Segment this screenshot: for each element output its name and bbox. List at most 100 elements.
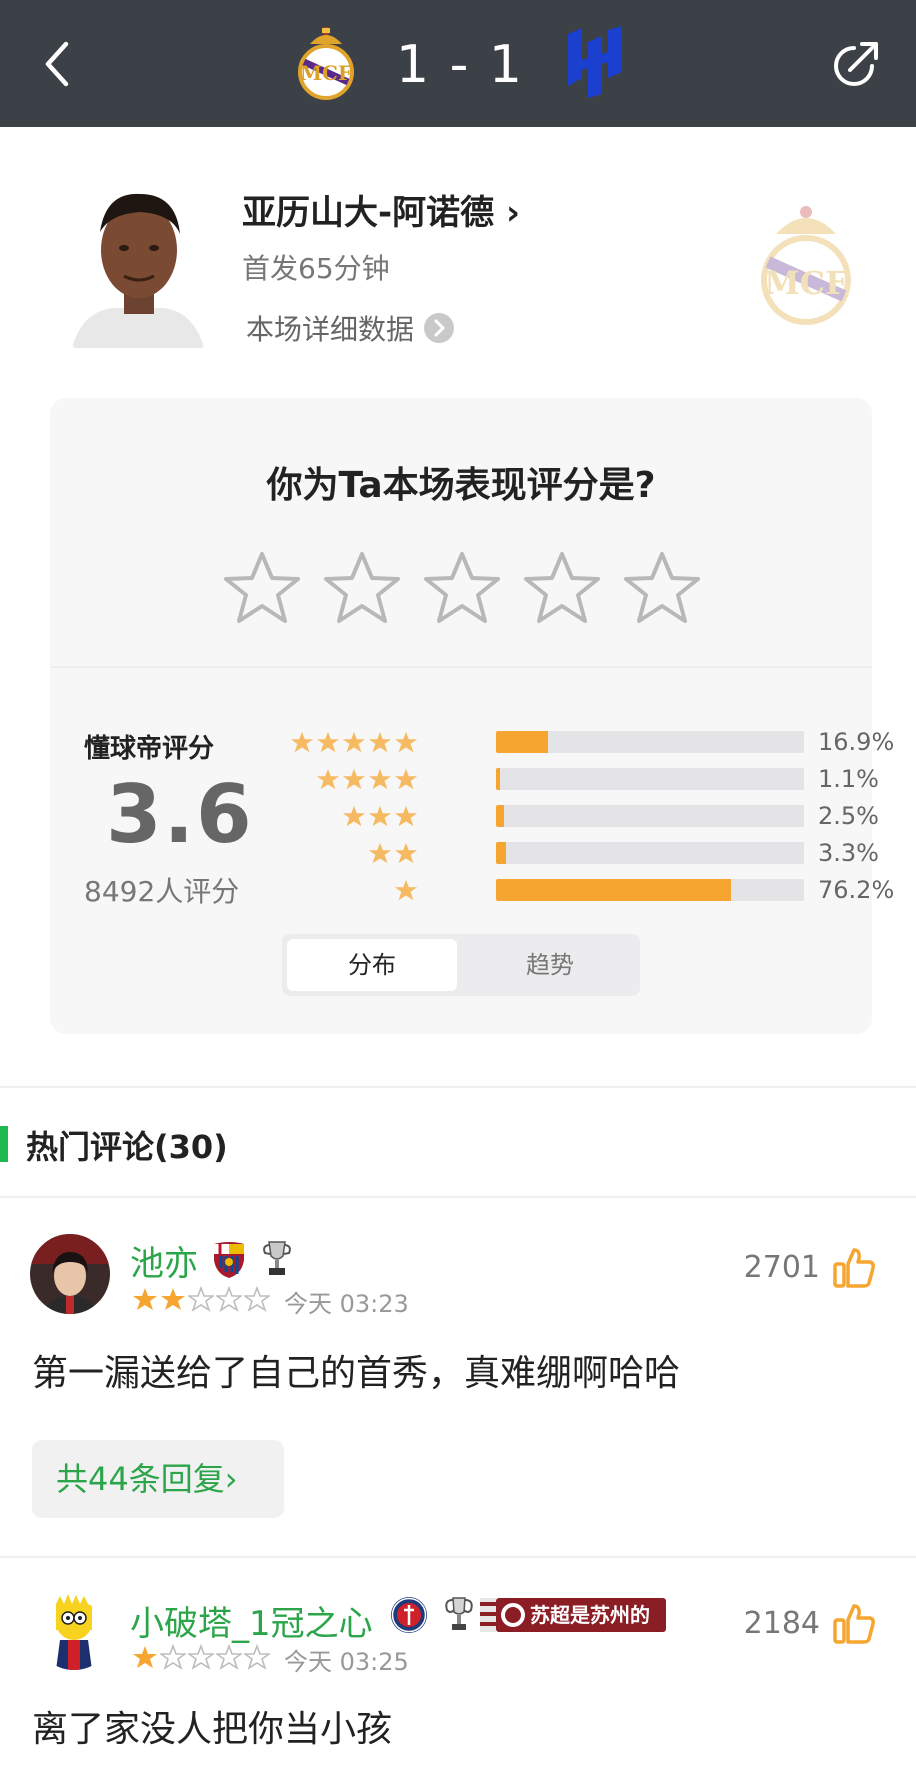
star-filled-icon (342, 768, 366, 790)
chevron-circle-icon (424, 313, 455, 343)
star-3-icon[interactable] (422, 548, 502, 628)
star-1-icon[interactable] (222, 548, 302, 628)
svg-text:MCF: MCF (764, 264, 848, 302)
champions-trophy-icon (445, 1597, 473, 1630)
star-empty-icon (244, 1286, 270, 1312)
distribution-percent: 2.5% (818, 802, 879, 830)
fan-badge-label: 苏超是苏州的苏 (530, 1603, 650, 1661)
comment-divider (0, 1556, 916, 1558)
star-4-icon[interactable] (522, 548, 602, 628)
star-filled-icon (394, 731, 418, 753)
barcelona-badge-icon (214, 1242, 244, 1278)
thumbs-up-icon[interactable] (832, 1602, 876, 1646)
star-filled-icon (342, 731, 366, 753)
comment-rating-stars (132, 1644, 272, 1670)
score-label: 懂球帝评分 (84, 734, 215, 764)
back-arrow-icon[interactable] (38, 38, 78, 90)
comment-username[interactable]: 池亦 (130, 1236, 198, 1285)
star-filled-icon (342, 805, 366, 827)
distribution-stars (314, 765, 418, 793)
match-detail-label: 本场详细数据 (246, 313, 415, 346)
distribution-percent: 1.1% (818, 765, 879, 793)
rater-count: 8492人评分 (84, 875, 240, 908)
star-rating-input (222, 548, 702, 628)
star-filled-icon (394, 879, 418, 901)
player-minutes: 首发65分钟 (242, 252, 390, 285)
average-score: 3.6 (106, 768, 254, 861)
star-filled-icon (161, 1288, 185, 1310)
star-empty-icon (188, 1644, 214, 1670)
trophy-badge-icon (263, 1241, 291, 1275)
like-count: 2184 (743, 1606, 820, 1641)
tab-distribution[interactable]: 分布 (287, 939, 457, 991)
distribution-trend-toggle: 分布 趋势 (282, 934, 640, 996)
distribution-stars (392, 876, 418, 904)
comment-rating-stars (132, 1286, 272, 1312)
section-accent-bar (0, 1126, 8, 1162)
distribution-row: 2.5% (306, 802, 879, 830)
tab-trend[interactable]: 趋势 (465, 939, 635, 991)
star-filled-icon (368, 768, 392, 790)
distribution-row: 3.3% (306, 839, 879, 867)
player-name-link[interactable]: 亚历山大-阿诺德 › (242, 185, 520, 234)
psg-badge-icon (391, 1597, 427, 1633)
real-madrid-crest-icon[interactable]: MCF (296, 22, 356, 102)
svg-text:MCF: MCF (300, 61, 352, 85)
star-filled-icon (368, 731, 392, 753)
thumbs-up-icon[interactable] (832, 1246, 876, 1290)
star-filled-icon (394, 805, 418, 827)
card-divider (50, 666, 872, 668)
star-filled-icon (368, 842, 392, 864)
chevron-right-icon: › (505, 193, 520, 233)
comment-time: 今天 03:25 (284, 1648, 409, 1676)
distribution-bar (496, 731, 804, 753)
hot-comments-title: 热门评论(30) (26, 1128, 228, 1166)
section-divider (0, 1196, 916, 1198)
rating-card: 你为Ta本场表现评分是? 懂球帝评分 3.6 8492人评分 16.9% 1.1%… (50, 398, 894, 1034)
chevron-right-icon: › (224, 1460, 238, 1498)
star-empty-icon (216, 1286, 242, 1312)
view-replies-label: 共44条回复 (56, 1460, 225, 1498)
star-5-icon[interactable] (622, 548, 702, 628)
star-filled-icon (316, 768, 340, 790)
badge-stripe-icon (480, 1598, 496, 1632)
star-filled-icon (394, 842, 418, 864)
star-filled-icon (316, 731, 340, 753)
view-replies-button[interactable]: 共44条回复› (32, 1440, 284, 1518)
al-hilal-crest-icon[interactable] (562, 24, 628, 102)
distribution-stars (340, 802, 418, 830)
like-count: 2701 (743, 1250, 820, 1285)
share-icon[interactable] (828, 36, 884, 92)
distribution-bar-fill (496, 879, 731, 901)
match-detail-link[interactable]: 本场详细数据 (246, 308, 455, 348)
match-header: MCF 1 - 1 (0, 0, 916, 127)
comment-text: 第一漏送给了自己的首秀，真难绷啊哈哈 (32, 1353, 681, 1394)
star-filled-icon (290, 731, 314, 753)
star-empty-icon (188, 1286, 214, 1312)
star-filled-icon (133, 1646, 157, 1668)
rating-question: 你为Ta本场表现评分是? (266, 465, 656, 506)
star-empty-icon (216, 1644, 242, 1670)
distribution-percent: 16.9% (818, 728, 895, 756)
star-empty-icon (244, 1644, 270, 1670)
star-empty-icon (160, 1644, 186, 1670)
comment-time: 今天 03:23 (284, 1290, 409, 1318)
distribution-percent: 3.3% (818, 839, 879, 867)
distribution-bar-fill (496, 731, 549, 753)
team-crest-watermark-icon: MCF (761, 206, 851, 325)
comment-username[interactable]: 小破塔_1冠之心 (130, 1596, 373, 1645)
player-photo[interactable] (72, 172, 204, 348)
player-name: 亚历山大-阿诺德 (242, 193, 495, 233)
star-filled-icon (368, 805, 392, 827)
distribution-bar-fill (496, 768, 500, 790)
star-2-icon[interactable] (322, 548, 402, 628)
avatar[interactable] (34, 1590, 114, 1670)
distribution-row: 1.1% (306, 765, 879, 793)
star-filled-icon (133, 1288, 157, 1310)
distribution-bar (496, 842, 804, 864)
club-logo-icon (501, 1603, 525, 1627)
distribution-stars (366, 839, 418, 867)
avatar[interactable] (30, 1234, 110, 1314)
distribution-row: 16.9% (290, 728, 894, 756)
distribution-percent: 76.2% (818, 876, 895, 904)
